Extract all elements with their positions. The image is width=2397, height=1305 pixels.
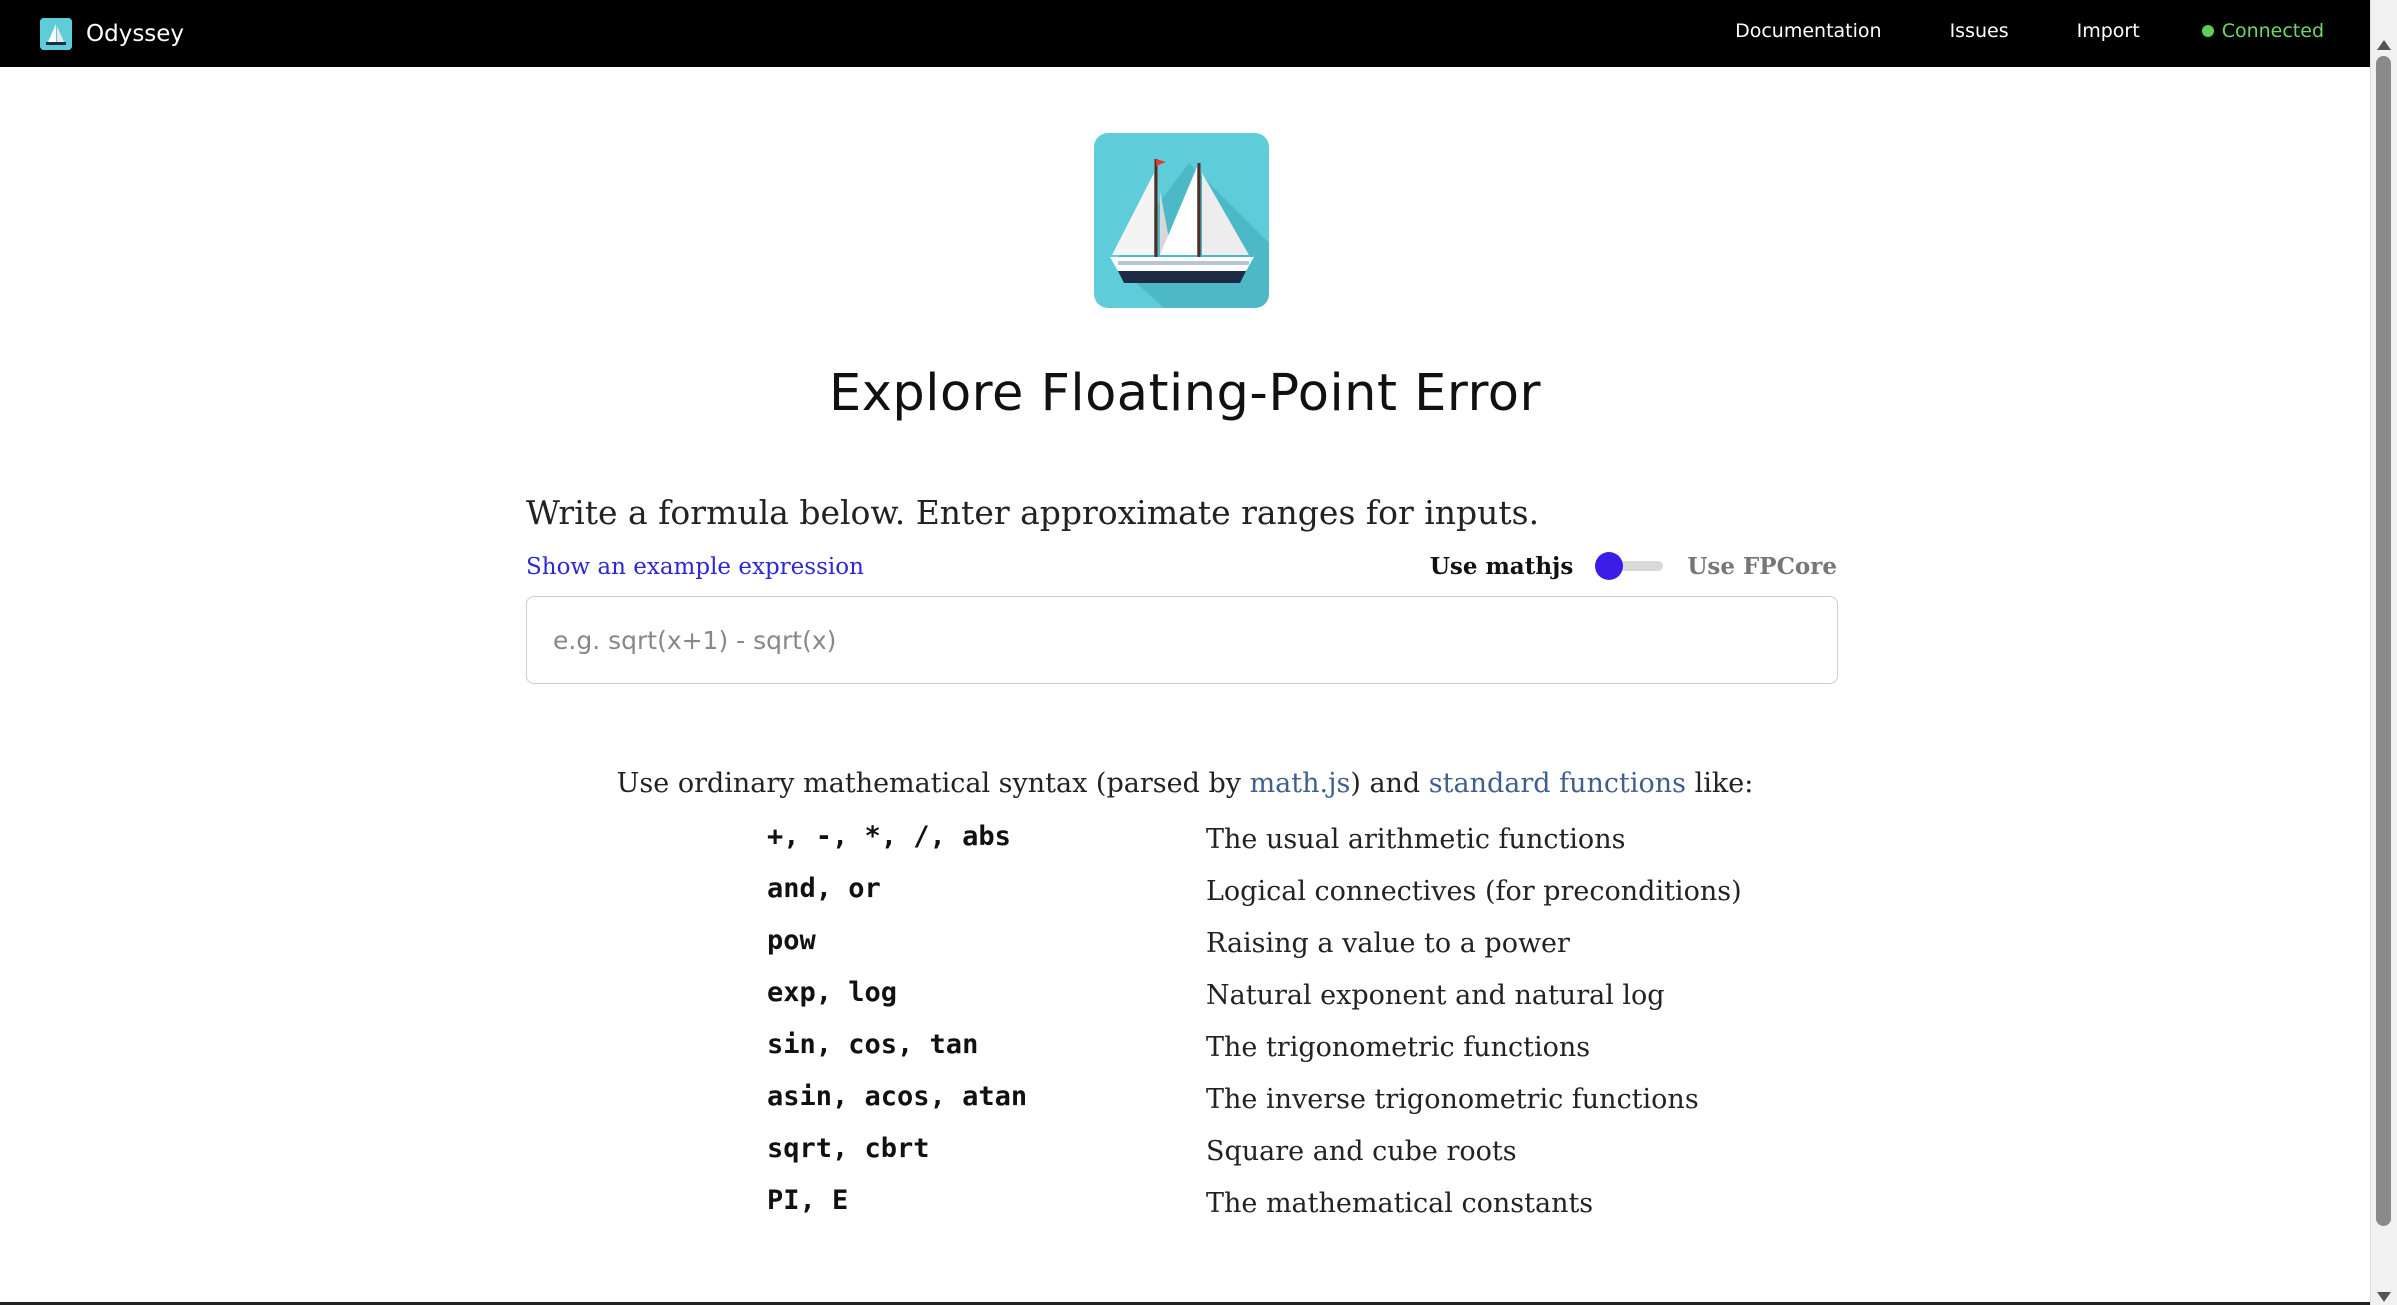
show-example-link[interactable]: Show an example expression	[526, 554, 864, 580]
scroll-up-arrow-icon[interactable]	[2377, 40, 2391, 50]
function-code: exp, log	[767, 976, 898, 1008]
function-code: sin, cos, tan	[767, 1028, 979, 1060]
function-description: The trigonometric functions	[1206, 1031, 1591, 1063]
syntax-note-middle: ) and	[1350, 768, 1429, 799]
brand-name: Odyssey	[86, 21, 185, 47]
scroll-thumb[interactable]	[2376, 56, 2391, 1226]
nav-issues-link[interactable]: Issues	[1950, 20, 2009, 42]
mode-fpcore-label[interactable]: Use FPCore	[1687, 553, 1837, 580]
scroll-down-arrow-icon[interactable]	[2377, 1292, 2391, 1302]
mode-mathjs-label[interactable]: Use mathjs	[1430, 553, 1574, 580]
function-description: The usual arithmetic functions	[1206, 823, 1626, 855]
status-label: Connected	[2221, 20, 2324, 42]
formula-input[interactable]	[526, 596, 1838, 684]
syntax-note-suffix: like:	[1686, 768, 1754, 799]
function-description: Square and cube roots	[1206, 1135, 1517, 1167]
function-code: sqrt, cbrt	[767, 1132, 930, 1164]
function-description: Natural exponent and natural log	[1206, 979, 1665, 1011]
sailboat-logo-icon	[40, 18, 72, 50]
mathjs-link[interactable]: math.js	[1250, 768, 1351, 799]
function-code: +, -, *, /, abs	[767, 820, 1011, 852]
page-scrollbar[interactable]	[2370, 0, 2397, 1305]
switch-knob[interactable]	[1595, 552, 1624, 580]
sailboat-hero-icon	[1094, 133, 1269, 308]
intro-text: Write a formula below. Enter approximate…	[526, 493, 1540, 532]
syntax-note-prefix: Use ordinary mathematical syntax (parsed…	[616, 768, 1250, 799]
connection-status: Connected	[2201, 20, 2324, 42]
status-dot-icon	[2201, 25, 2214, 37]
function-description: The mathematical constants	[1206, 1187, 1594, 1219]
function-code: and, or	[767, 872, 881, 904]
function-description: Raising a value to a power	[1206, 927, 1570, 959]
function-description: Logical connectives (for preconditions)	[1206, 875, 1742, 907]
function-code: asin, acos, atan	[767, 1080, 1028, 1112]
table-row: and, or Logical connectives (for precond…	[767, 862, 1742, 914]
table-row: asin, acos, atan The inverse trigonometr…	[767, 1070, 1742, 1122]
table-row: +, -, *, /, abs The usual arithmetic fun…	[767, 810, 1742, 862]
page-title: Explore Floating-Point Error	[829, 364, 1541, 423]
function-description: The inverse trigonometric functions	[1206, 1083, 1699, 1115]
nav-documentation-link[interactable]: Documentation	[1735, 20, 1881, 42]
table-row: sqrt, cbrt Square and cube roots	[767, 1122, 1742, 1174]
table-row: exp, log Natural exponent and natural lo…	[767, 966, 1742, 1018]
syntax-mode-toggle: Use mathjs Use FPCore	[1430, 552, 1837, 580]
function-table: +, -, *, /, abs The usual arithmetic fun…	[767, 810, 1742, 1226]
top-navbar: Odyssey Documentation Issues Import Conn…	[0, 0, 2370, 67]
standard-functions-link[interactable]: standard functions	[1429, 768, 1686, 799]
table-row: sin, cos, tan The trigonometric function…	[767, 1018, 1742, 1070]
nav-links: Documentation Issues Import Connected	[1667, 20, 2324, 42]
syntax-note: Use ordinary mathematical syntax (parsed…	[0, 768, 2370, 799]
function-code: pow	[767, 924, 816, 956]
mode-switch[interactable]	[1595, 552, 1665, 580]
nav-import-link[interactable]: Import	[2077, 20, 2140, 42]
function-code: PI, E	[767, 1184, 849, 1216]
brand[interactable]: Odyssey	[40, 18, 184, 50]
table-row: pow Raising a value to a power	[767, 914, 1742, 966]
table-row: PI, E The mathematical constants	[767, 1174, 1742, 1226]
